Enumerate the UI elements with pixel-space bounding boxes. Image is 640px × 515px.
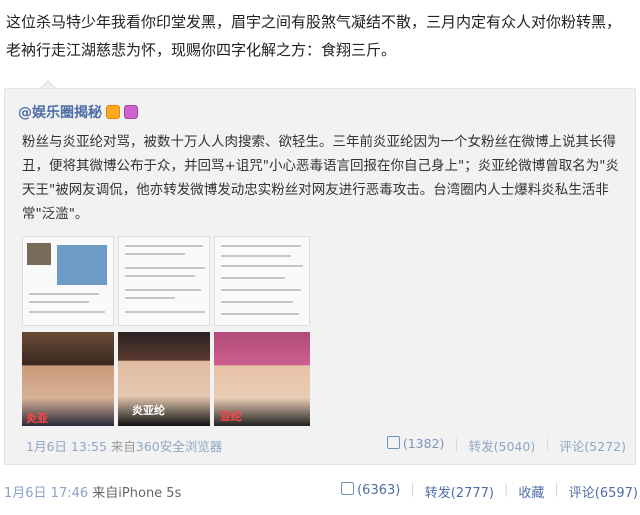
repost-image-photo-2[interactable]: 炎亚纶 — [118, 332, 210, 426]
repost-image-photo-3[interactable]: 亚纶 — [214, 332, 310, 426]
repost-author-link[interactable]: @娱乐圈揭秘 — [18, 102, 102, 122]
repost-image-photo-1[interactable]: 炎亚 — [22, 332, 114, 426]
thumbs-up-icon — [386, 436, 400, 449]
vip-icon[interactable] — [106, 105, 120, 119]
repost-like-button[interactable]: (1382) — [386, 436, 445, 455]
member-icon[interactable] — [124, 105, 138, 119]
repost-meta-left: 1月6日 13:55 来自360安全浏览器 — [26, 436, 222, 455]
repost-image-screenshot-2[interactable] — [118, 236, 210, 326]
image-caption: 炎亚 — [26, 412, 48, 425]
post-meta-bar: 1月6日 17:46 来自iPhone 5s (6363) | 转发(2777)… — [4, 480, 638, 502]
repost-author-row: @娱乐圈揭秘 — [18, 100, 138, 124]
post-like-count: (6363) — [357, 483, 401, 498]
repost-like-count: (1382) — [402, 436, 445, 451]
repost-source-link[interactable]: 360安全浏览器 — [136, 439, 222, 454]
repost-actions: (1382) | 转发(5040) | 评论(5272) — [386, 436, 626, 455]
repost-repost-button[interactable]: 转发(5040) — [469, 436, 536, 455]
post-comment-button[interactable]: 评论(6597) — [569, 482, 638, 501]
repost-image-grid: 炎亚 炎亚纶 亚纶 — [22, 236, 362, 426]
repost-comment-button[interactable]: 评论(5272) — [559, 436, 626, 455]
repost-source-prefix: 来自 — [110, 439, 136, 454]
post-favorite-button[interactable]: 收藏 — [518, 482, 544, 501]
repost-meta-bar: 1月6日 13:55 来自360安全浏览器 (1382) | 转发(5040) … — [26, 436, 626, 454]
repost-image-screenshot-3[interactable] — [214, 236, 310, 326]
thumbs-up-icon — [341, 482, 355, 495]
post-actions: (6363) | 转发(2777) | 收藏 | 评论(6597) — [341, 482, 638, 501]
repost-time-link[interactable]: 1月6日 13:55 — [26, 439, 107, 454]
repost-image-screenshot-1[interactable] — [22, 236, 114, 326]
post-like-button[interactable]: (6363) — [341, 482, 400, 501]
post-meta-left: 1月6日 17:46 来自iPhone 5s — [4, 482, 181, 501]
post-time-link[interactable]: 1月6日 17:46 — [4, 486, 88, 501]
post-repost-button[interactable]: 转发(2777) — [425, 482, 494, 501]
post-source-link[interactable]: iPhone 5s — [118, 486, 181, 501]
weibo-post: 这位杀马特少年我看你印堂发黑，眉宇之间有股煞气凝结不散，三月内定有众人对你粉转黑… — [0, 0, 640, 515]
post-text: 这位杀马特少年我看你印堂发黑，眉宇之间有股煞气凝结不散，三月内定有众人对你粉转黑… — [6, 13, 622, 59]
repost-text: 粉丝与炎亚纶对骂，被数十万人人肉搜索、欲轻生。三年前炎亚纶因为一个女粉丝在微博上… — [22, 134, 619, 222]
avatar-thumbnail — [27, 243, 51, 265]
image-caption: 炎亚纶 — [132, 404, 165, 417]
post-source-prefix: 来自 — [92, 486, 119, 501]
image-caption: 亚纶 — [220, 410, 242, 423]
photo-thumbnail — [57, 245, 107, 285]
